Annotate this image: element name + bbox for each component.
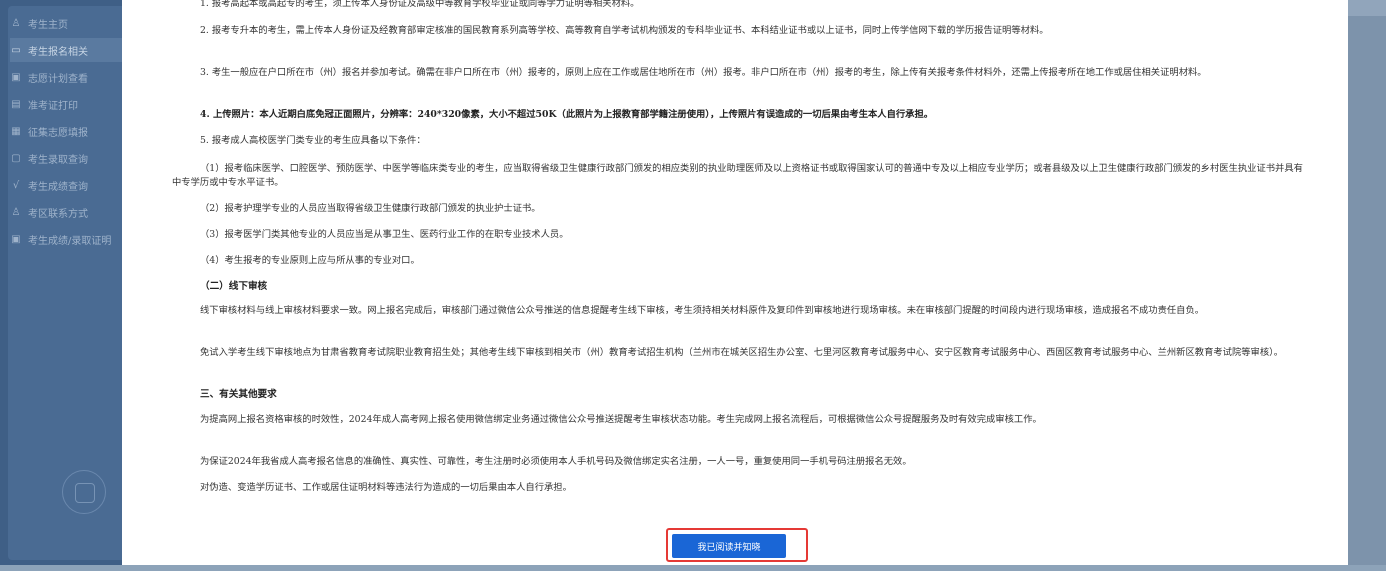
decorative-emblem-icon	[62, 470, 106, 514]
print-icon: ▤	[11, 98, 21, 110]
bottom-bar	[0, 565, 1386, 571]
notice-modal: 1. 报考高起本或高起专的考生，须上传本人身份证及高级中等教育学校毕业证或同等学…	[122, 0, 1348, 565]
sidebar-item-label: 准考证打印	[28, 100, 78, 112]
sidebar-item-home[interactable]: ♙ 考生主页	[10, 11, 122, 35]
notice-paragraph: （3）报考医学门类其他专业的人员应当是从事卫生、医药行业工作的在职专业技术人员。	[200, 229, 569, 240]
sidebar-item-certificate[interactable]: ▣ 考生成绩/录取证明	[10, 227, 122, 251]
sidebar: ♙ 考生主页 ▭ 考生报名相关 ▣ 志愿计划查看 ▤ 准考证打印 ▦ 征集志愿填…	[0, 0, 122, 571]
notice-paragraph: 1. 报考高起本或高起专的考生，须上传本人身份证及高级中等教育学校毕业证或同等学…	[200, 0, 640, 9]
sidebar-item-plan[interactable]: ▣ 志愿计划查看	[10, 65, 122, 89]
sidebar-item-label: 志愿计划查看	[28, 73, 88, 85]
sidebar-item-label: 考生成绩查询	[28, 181, 88, 193]
list-icon: ▦	[11, 125, 21, 137]
sidebar-item-registration[interactable]: ▭ 考生报名相关	[10, 38, 122, 62]
sidebar-item-admission-ticket[interactable]: ▤ 准考证打印	[10, 92, 122, 116]
person-icon: ♙	[11, 17, 21, 29]
page-background-right	[1348, 0, 1386, 571]
check-icon: √	[12, 179, 20, 191]
sidebar-item-label: 考生成绩/录取证明	[28, 235, 112, 247]
sidebar-item-label: 考生报名相关	[28, 46, 88, 58]
header-strip	[1348, 0, 1386, 16]
notice-paragraph: 免试入学考生线下审核地点为甘肃省教育考试院职业教育招生处；其他考生线下审核到相关…	[200, 347, 1284, 358]
confirm-read-button[interactable]: 我已阅读并知晓	[672, 534, 786, 558]
contact-icon: ♙	[11, 206, 21, 218]
notice-paragraph: （2）报考护理学专业的人员应当取得省级卫生健康行政部门颁发的执业护士证书。	[200, 203, 541, 214]
notice-paragraph: 2. 报考专升本的考生，需上传本人身份证及经教育部审定核准的国民教育系列高等学校…	[200, 25, 1049, 36]
sidebar-item-score-query[interactable]: √ 考生成绩查询	[10, 173, 122, 197]
notice-paragraph: 对伪造、变造学历证书、工作或居住证明材料等违法行为造成的一切后果由本人自行承担。	[200, 482, 572, 493]
notice-paragraph: 为保证2024年我省成人高考报名信息的准确性、真实性、可靠性，考生注册时必须使用…	[200, 456, 912, 467]
sidebar-item-admission-query[interactable]: ▢ 考生录取查询	[10, 146, 122, 170]
notice-paragraph: （1）报考临床医学、口腔医学、预防医学、中医学等临床类专业的考生，应当取得省级卫…	[172, 163, 1303, 188]
sidebar-item-label: 考生录取查询	[28, 154, 88, 166]
notice-paragraph-photo: 4. 上传照片：本人近期白底免冠正面照片，分辨率：240*320像素，大小不超过…	[200, 109, 934, 120]
section-heading: 三、有关其他要求	[200, 389, 277, 400]
sidebar-panel	[8, 6, 122, 560]
notice-paragraph: （4）考生报考的专业原则上应与所从事的专业对口。	[200, 255, 420, 266]
sidebar-item-contact[interactable]: ♙ 考区联系方式	[10, 200, 122, 224]
doc-icon: ▣	[11, 233, 21, 245]
sidebar-item-label: 征集志愿填报	[28, 127, 88, 139]
sidebar-item-solicit[interactable]: ▦ 征集志愿填报	[10, 119, 122, 143]
sidebar-item-label: 考区联系方式	[28, 208, 88, 220]
notice-paragraph: 线下审核材料与线上审核材料要求一致。网上报名完成后，审核部门通过微信公众号推送的…	[200, 305, 1205, 316]
notice-paragraph: 3. 考生一般应在户口所在市（州）报名并参加考试。确需在非户口所在市（州）报考的…	[200, 67, 1207, 78]
section-heading: （二）线下审核	[200, 281, 268, 292]
search-doc-icon: ▢	[11, 152, 21, 164]
calendar-icon: ▣	[11, 71, 21, 83]
notice-paragraph: 5. 报考成人高校医学门类专业的考生应具备以下条件：	[200, 135, 426, 146]
form-icon: ▭	[11, 44, 21, 56]
notice-paragraph: 为提高网上报名资格审核的时效性，2024年成人高考网上报名使用微信绑定业务通过微…	[200, 414, 1042, 425]
sidebar-item-label: 考生主页	[28, 19, 68, 31]
